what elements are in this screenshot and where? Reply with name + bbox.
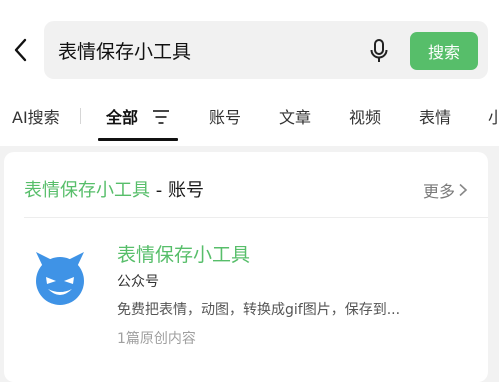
tab-divider bbox=[80, 108, 81, 124]
chevron-right-icon bbox=[459, 183, 468, 197]
account-type: 公众号 bbox=[117, 274, 159, 290]
tab-articles[interactable]: 文章 bbox=[279, 104, 311, 128]
account-result-item[interactable]: 表情保存小工具 公众号 免费把表情，动图，转换成gif图片，保存到... 1篇原… bbox=[24, 236, 488, 356]
more-label: 更多 bbox=[422, 182, 455, 201]
search-header: 表情保存小工具 搜索 AI搜索 全部 账号 文章 视频 表情 小 bbox=[0, 0, 499, 146]
search-query-text: 表情保存小工具 bbox=[58, 41, 192, 63]
account-results-card: 表情保存小工具 - 账号 更多 表情保存小工具 公众号 免费把表情，动图，转换成… bbox=[4, 152, 488, 382]
back-button[interactable] bbox=[8, 34, 36, 66]
description-fade bbox=[424, 296, 464, 318]
section-title-suffix: - 账号 bbox=[150, 180, 204, 201]
account-name: 表情保存小工具 bbox=[117, 244, 251, 266]
devil-face-icon bbox=[36, 252, 84, 305]
tab-stickers[interactable]: 表情 bbox=[419, 104, 451, 128]
search-button[interactable]: 搜索 bbox=[410, 32, 478, 70]
tab-all[interactable]: 全部 bbox=[106, 104, 138, 128]
section-title: 表情保存小工具 - 账号 bbox=[24, 176, 204, 202]
voice-search-button[interactable] bbox=[367, 38, 391, 64]
account-description: 免费把表情，动图，转换成gif图片，保存到... bbox=[117, 302, 401, 318]
active-tab-indicator bbox=[98, 138, 178, 141]
search-input[interactable]: 表情保存小工具 搜索 bbox=[44, 21, 488, 79]
back-arrow-icon bbox=[14, 38, 27, 62]
tab-more-cut[interactable]: 小 bbox=[488, 104, 499, 128]
section-title-keyword: 表情保存小工具 bbox=[24, 180, 150, 201]
microphone-icon bbox=[370, 39, 388, 62]
tab-ai-search[interactable]: AI搜索 bbox=[12, 104, 60, 128]
article-count: 1篇原创内容 bbox=[117, 331, 196, 347]
search-category-tabs: AI搜索 全部 账号 文章 视频 表情 小 bbox=[0, 96, 499, 141]
tab-videos[interactable]: 视频 bbox=[349, 104, 381, 128]
tab-accounts[interactable]: 账号 bbox=[209, 104, 241, 128]
filter-icon[interactable] bbox=[152, 109, 170, 125]
card-divider bbox=[24, 217, 488, 218]
more-button[interactable]: 更多 bbox=[423, 178, 468, 202]
